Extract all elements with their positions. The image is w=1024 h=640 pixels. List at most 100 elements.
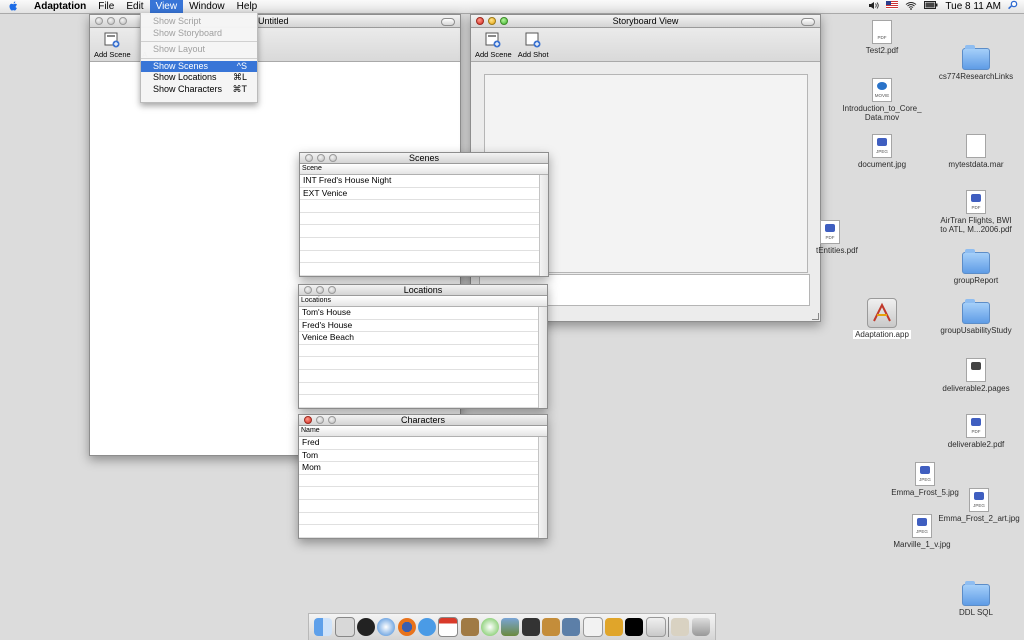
window-menu[interactable]: Window [183,0,231,13]
zoom-button[interactable] [119,17,127,25]
desktop-icon-deliverable2-pdf[interactable]: PDF deliverable2.pdf [931,414,1021,449]
itunes-icon[interactable] [480,618,499,636]
desktop-icon-intro-movie[interactable]: MOVIE Introduction_to_Core_ Data.mov [837,78,927,122]
minimize-button[interactable] [316,286,324,294]
close-button[interactable] [476,17,484,25]
table-row[interactable]: Mom [299,462,547,475]
table-row[interactable]: Fred [299,437,547,450]
volume-icon[interactable] [868,1,880,13]
adaptation-icon[interactable] [645,617,666,637]
toolbar-toggle-button[interactable] [441,18,455,26]
zoom-button[interactable] [328,286,336,294]
help-menu[interactable]: Help [231,0,264,13]
minimize-button[interactable] [316,416,324,424]
table-row-empty[interactable] [300,251,548,264]
vertical-scrollbar[interactable] [538,437,547,538]
scenes-titlebar[interactable]: Scenes [300,153,548,164]
close-button[interactable] [305,154,313,162]
zoom-button[interactable] [500,17,508,25]
close-button[interactable] [304,416,312,424]
table-row[interactable]: INT Fred's House Night [300,175,548,188]
table-row-empty[interactable] [299,513,547,526]
resize-grip[interactable] [812,313,819,320]
table-row-empty[interactable] [299,395,547,408]
apple-menu-icon[interactable] [8,1,20,12]
close-button[interactable] [95,17,103,25]
menu-item-show-script[interactable]: Show Script [141,16,257,28]
table-row-empty[interactable] [299,475,547,488]
menu-item-show-scenes[interactable]: Show Scenes ^S [141,60,257,72]
dashboard-icon[interactable] [356,618,375,636]
xcode-icon[interactable] [562,618,581,636]
table-row-empty[interactable] [300,213,548,226]
trash-icon[interactable] [691,618,710,636]
iphoto-icon[interactable] [501,618,520,636]
wifi-icon[interactable] [905,1,917,13]
desktop-icon-ddl-sql[interactable]: DDL SQL [931,581,1021,617]
table-row-empty[interactable] [299,345,547,358]
file-menu[interactable]: File [92,0,120,13]
table-row-empty[interactable] [299,487,547,500]
address-book-icon[interactable] [460,618,479,636]
desktop-icon-test2-pdf[interactable]: PDF Test2.pdf [837,20,927,55]
desktop-icon-deliverable2-pages[interactable]: deliverable2.pages [931,358,1021,393]
desktop-icon-usability[interactable]: groupUsabilityStudy [931,299,1021,335]
desktop-icon-document-jpg[interactable]: JPEG document.jpg [837,134,927,169]
characters-titlebar[interactable]: Characters [299,415,547,426]
ical-icon[interactable] [438,617,459,637]
table-row-empty[interactable] [299,357,547,370]
menu-item-show-locations[interactable]: Show Locations ⌘L [141,72,257,84]
terminal-icon[interactable] [625,618,644,636]
toolbar-toggle-button[interactable] [801,18,815,26]
column-header[interactable]: Name [299,426,547,437]
zoom-button[interactable] [328,416,336,424]
desktop-icon-adaptation-app[interactable]: Adaptation.app [837,298,927,339]
ichat-icon[interactable] [417,618,436,636]
spotlight-icon[interactable] [1008,0,1018,13]
zoom-button[interactable] [329,154,337,162]
table-row-empty[interactable] [299,383,547,396]
mail-icon[interactable] [334,617,355,637]
home-folder-icon[interactable] [671,618,690,636]
table-row[interactable]: Venice Beach [299,332,547,345]
edit-menu[interactable]: Edit [120,0,149,13]
safari-icon[interactable] [377,618,396,636]
table-row-empty[interactable] [300,225,548,238]
minimize-button[interactable] [488,17,496,25]
battery-icon[interactable] [924,1,938,12]
column-header[interactable]: Scene [300,164,548,175]
finder-icon[interactable] [314,618,333,636]
view-menu[interactable]: View [149,0,184,13]
add-scene-button[interactable]: Add Scene [94,32,131,61]
desktop-icon-cs774[interactable]: cs774ResearchLinks [931,45,1021,81]
table-row-empty[interactable] [299,370,547,383]
desktop-icon-mytestdata[interactable]: mytestdata.mar [931,134,1021,169]
close-button[interactable] [304,286,312,294]
vertical-scrollbar[interactable] [538,307,547,408]
menu-clock[interactable]: Tue 8 11 AM [945,1,1001,12]
table-row-empty[interactable] [300,238,548,251]
table-row[interactable]: Tom's House [299,307,547,320]
table-row[interactable]: Fred's House [299,320,547,333]
textedit-icon[interactable] [582,617,603,637]
flag-icon[interactable] [886,1,899,12]
desktop-icon-airtran[interactable]: PDF AirTran Flights, BWI to ATL, M...200… [931,190,1021,234]
menu-item-show-storyboard[interactable]: Show Storyboard [141,28,257,40]
preview-icon[interactable] [604,618,623,636]
table-row-empty[interactable] [299,500,547,513]
locations-titlebar[interactable]: Locations [299,285,547,296]
imovie-icon[interactable] [521,618,540,636]
app-menu[interactable]: Adaptation [28,0,92,13]
minimize-button[interactable] [107,17,115,25]
table-row[interactable]: Tom [299,450,547,463]
menu-item-show-layout[interactable]: Show Layout [141,44,257,56]
add-scene-button[interactable]: Add Scene [475,32,512,61]
table-row[interactable]: EXT Venice [300,188,548,201]
desktop-icon-entities[interactable]: PDF tEntities.pdf [816,220,870,255]
storyboard-titlebar[interactable]: Storyboard View [471,15,820,28]
firefox-icon[interactable] [397,618,416,636]
desktop-icon-marville[interactable]: JPEG Marville_1_v.jpg [877,514,967,549]
add-shot-button[interactable]: Add Shot [518,32,549,61]
table-row-empty[interactable] [300,200,548,213]
garageband-icon[interactable] [541,618,560,636]
